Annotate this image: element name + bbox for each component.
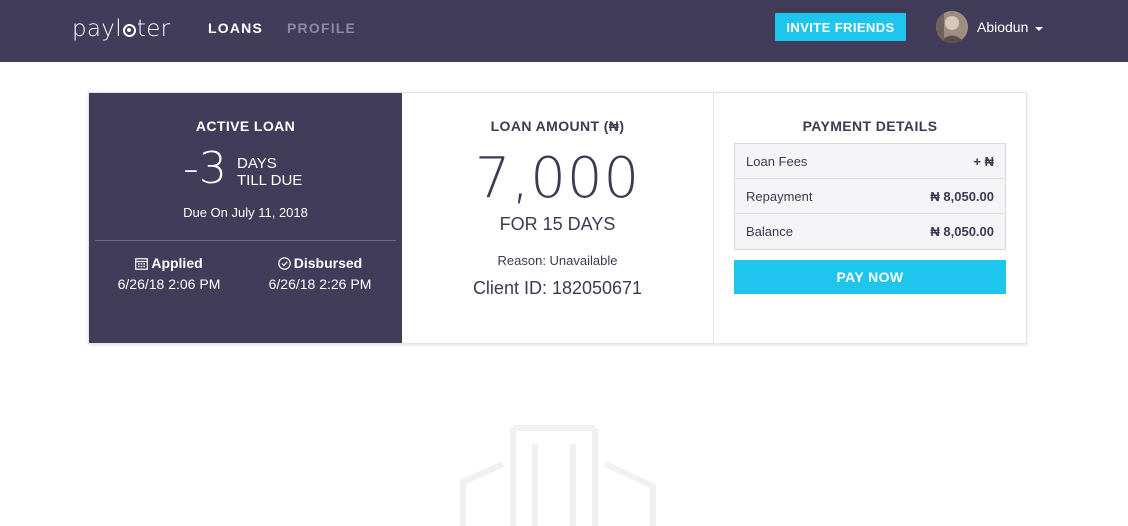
row-label-loan-fees: Loan Fees: [746, 153, 808, 169]
days-label: DAYS TILL DUE: [237, 155, 302, 189]
paylater-logo[interactable]: payl ter: [72, 14, 170, 44]
active-loan-panel: ACTIVE LOAN -3 DAYS TILL DUE Due On July…: [89, 93, 402, 343]
row-label-repayment: Repayment: [746, 188, 813, 204]
loan-amount-value: 7,000: [474, 146, 641, 211]
nav-loans[interactable]: LOANS: [208, 20, 263, 36]
client-id: Client ID: 182050671: [472, 278, 643, 298]
user-name[interactable]: Abiodun: [977, 19, 1028, 35]
applied-block: Applied 6/26/18 2:06 PM: [94, 255, 244, 292]
days-remaining-value: -3: [183, 143, 227, 194]
table-row: Repayment ₦ 8,050.00: [735, 179, 1005, 214]
invite-friends-button[interactable]: INVITE FRIENDS: [775, 13, 906, 41]
due-date: Due On July 11, 2018: [183, 205, 308, 220]
loan-amount-panel: LOAN AMOUNT (₦) 7,000 FOR 15 DAYS Reason…: [402, 93, 714, 343]
divider: [95, 240, 396, 241]
payment-details-panel: PAYMENT DETAILS Loan Fees + ₦ Repayment …: [714, 93, 1026, 343]
row-label-balance: Balance: [746, 224, 793, 239]
row-value-balance: ₦ 8,050.00: [930, 224, 994, 239]
logo-dot-icon: [122, 23, 136, 37]
chevron-down-icon[interactable]: [1035, 27, 1043, 31]
row-value-loan-fees: + ₦: [973, 153, 994, 169]
background-illustration: [460, 425, 656, 526]
payment-details-table: Loan Fees + ₦ Repayment ₦ 8,050.00 Balan…: [734, 143, 1006, 250]
loan-card: ACTIVE LOAN -3 DAYS TILL DUE Due On July…: [88, 92, 1027, 344]
row-value-repayment: ₦ 8,050.00: [930, 188, 994, 204]
days-word: DAYS: [237, 155, 277, 172]
nav-profile[interactable]: PROFILE: [287, 20, 356, 36]
top-navbar: payl ter LOANS PROFILE INVITE FRIENDS Abi…: [0, 0, 1128, 62]
user-avatar[interactable]: [936, 11, 968, 43]
loan-amount-title: LOAN AMOUNT (₦): [490, 118, 625, 134]
calendar-icon: [135, 257, 149, 270]
active-loan-title: ACTIVE LOAN: [195, 118, 296, 134]
loan-reason: Reason: Unavailable: [497, 253, 618, 268]
loan-duration: FOR 15 DAYS: [499, 214, 616, 234]
disbursed-block: Disbursed 6/26/18 2:26 PM: [245, 255, 395, 292]
disbursed-label: Disbursed: [293, 255, 363, 271]
check-circle-icon: [277, 256, 291, 270]
payment-details-title: PAYMENT DETAILS: [802, 118, 938, 134]
till-due-word: TILL DUE: [237, 172, 303, 189]
pay-now-button[interactable]: PAY NOW: [734, 260, 1006, 294]
table-row: Loan Fees + ₦: [735, 144, 1005, 179]
table-row: Balance ₦ 8,050.00: [735, 214, 1005, 249]
disbursed-value: 6/26/18 2:26 PM: [268, 276, 372, 292]
applied-label: Applied: [151, 255, 203, 271]
applied-value: 6/26/18 2:06 PM: [117, 276, 221, 292]
